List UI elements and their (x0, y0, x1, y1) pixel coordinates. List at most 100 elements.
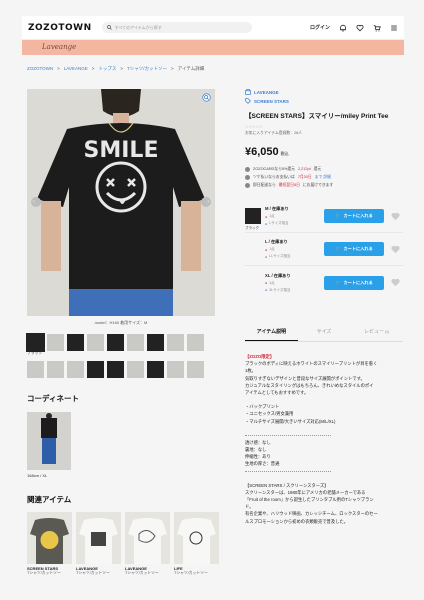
sku-stock-text: 1点 (269, 247, 275, 251)
thumbnail[interactable] (67, 361, 84, 378)
thumbnail[interactable] (187, 334, 204, 351)
rating-stars[interactable]: ☆☆☆☆☆ (245, 124, 403, 129)
sku-row: ブラック M / 在庫あり ● 1点 ● Lサイズ相当 🛒 カートに入れる (245, 200, 403, 233)
favorite-count: お気に入りアイテム登録数：26人 (245, 131, 302, 135)
thumbnail[interactable] (187, 361, 204, 378)
thumbnail[interactable] (167, 361, 184, 378)
sku-color-swatch (245, 275, 261, 291)
tab-review[interactable]: レビュー (0) (350, 322, 403, 341)
related-item[interactable]: LAVEANGE Tシャツ/カットソー (76, 512, 121, 576)
tab-size[interactable]: サイズ (298, 322, 351, 341)
thumbnail[interactable] (147, 334, 164, 351)
search-input[interactable]: すべてのアイテムから探す (101, 22, 252, 33)
prev-image-arrow-icon[interactable]: ‹ (33, 199, 35, 205)
search-placeholder: すべてのアイテムから探す (114, 24, 162, 30)
description-line: 1枚。 (245, 368, 256, 374)
sku-list: ブラック M / 在庫あり ● 1点 ● Lサイズ相当 🛒 カートに入れる L / 在… (245, 200, 403, 299)
breadcrumb-brand[interactable]: LAVEANGE (64, 66, 88, 72)
shop-banner[interactable]: Laveange (22, 40, 404, 55)
favorite-heart-icon[interactable] (390, 244, 400, 254)
main-product-image[interactable]: SMILE ‹ › (27, 89, 215, 316)
thumbnail[interactable] (127, 334, 144, 351)
description-line: ・ユニセックス/男女兼用 (245, 411, 294, 417)
related-item[interactable]: SCREEN STARS Tシャツ/カットソー (27, 512, 72, 576)
thumbnail[interactable] (47, 334, 64, 351)
site-logo[interactable]: ZOZOTOWN (28, 23, 92, 33)
favorite-heart-icon[interactable] (390, 278, 400, 288)
tab-label: レビュー (364, 329, 385, 335)
point-highlight: 7月30日 (297, 174, 312, 179)
description-line: 「Fruit of the room」から誕生したプリンタブル用のTシャツブラン (245, 497, 374, 503)
thumbnail[interactable] (47, 361, 64, 378)
description-line: ド。 (245, 504, 254, 510)
breadcrumb-home[interactable]: ZOZOTOWN (27, 66, 53, 72)
thumbnail[interactable] (67, 334, 84, 351)
description-line: スクリーンスターは、1980年にアメリカの老舗メーカーである (245, 489, 366, 495)
sku-size: XL / 在庫あり (265, 272, 291, 278)
price-tax-label: 税込 (280, 151, 289, 156)
related-item-image (125, 512, 170, 564)
thumbnail[interactable] (167, 334, 184, 351)
sku-info: XL / 在庫あり ● 1点 ● 3Lサイズ相当 (265, 273, 320, 293)
point-row-delivery: 即日配送なら 最短翌日8日 にお届けできます (245, 181, 403, 189)
add-to-cart-button[interactable]: 🛒 カートに入れる (324, 209, 384, 223)
sku-size-note: ● LLサイズ相当 (265, 254, 320, 259)
cart-icon: 🛒 (335, 213, 341, 218)
coordinate-title: コーディネート (27, 394, 79, 403)
sku-size: L / 在庫あり (265, 239, 288, 244)
add-to-cart-button[interactable]: 🛒 カートに入れる (324, 275, 384, 290)
menu-icon[interactable] (390, 24, 398, 32)
sku-color-swatch[interactable]: ブラック (245, 208, 261, 230)
description-line: ルスプロモーションから初めの衣類販売で普及した。 (245, 518, 349, 524)
price-value: ¥6,050 (245, 146, 279, 158)
thumbnail[interactable] (147, 361, 164, 378)
related-item[interactable]: LIFE Tシャツ/カットソー (174, 512, 219, 576)
thumbnail-grid (26, 333, 217, 378)
favorite-heart-icon[interactable] (390, 211, 400, 221)
heart-icon[interactable] (356, 24, 364, 32)
thumbnail[interactable] (27, 361, 44, 378)
breadcrumb-current: アイテム詳細 (177, 66, 205, 71)
point-text: にお届けできます (302, 182, 334, 187)
thumbnail[interactable] (87, 334, 104, 351)
sku-color-swatch (245, 241, 261, 257)
stock-icon: ● (265, 247, 268, 252)
sku-size: M / 在庫あり (265, 206, 289, 211)
description-line: 有名企業や、ハリウッド映画、カレッジチーム、ロックスターのセー (245, 511, 378, 517)
coordinate-image[interactable] (27, 412, 71, 470)
tab-description[interactable]: アイテム説明 (245, 322, 298, 341)
thumbnail[interactable] (107, 334, 124, 351)
cart-icon: 🛒 (335, 246, 341, 251)
description-line: ブラックのボディに映えるホワイトのスマイリープリントが目を惹く (245, 361, 378, 367)
related-items-list: SCREEN STARS Tシャツ/カットソー LAVEANGE Tシャツ/カッ… (27, 512, 219, 576)
sku-stock-text: 1点 (269, 214, 275, 218)
description-line: 伸縮性：あり (245, 454, 271, 460)
login-link[interactable]: ログイン (310, 24, 330, 31)
cart-icon[interactable] (373, 24, 381, 32)
add-to-cart-button[interactable]: 🛒 カートに入れる (324, 242, 384, 256)
thumbnail[interactable] (26, 333, 45, 352)
tab-label: サイズ (316, 329, 332, 335)
bell-icon[interactable] (339, 24, 347, 32)
breadcrumb-category[interactable]: トップス (98, 66, 116, 72)
next-image-arrow-icon[interactable]: › (207, 199, 209, 205)
related-item[interactable]: LAVEANGE Tシャツ/カットソー (125, 512, 170, 576)
sub-brand-link[interactable]: SCREEN STARS (245, 97, 403, 106)
ruler-icon: ● (265, 221, 268, 226)
thumbnail[interactable] (127, 361, 144, 378)
point-text: ツケ払いならお支払いは (253, 174, 295, 179)
related-item-category: Tシャツ/カットソー (174, 571, 208, 575)
card-icon (245, 166, 250, 172)
breadcrumb-subcategory[interactable]: Tシャツ/カットソー (127, 66, 167, 72)
brand-link[interactable]: LAVEANGE (245, 88, 403, 97)
description-line: 【SCREEN STARS / スクリーンスターズ】 (245, 482, 329, 488)
point-link[interactable]: まで 詳細 (315, 175, 331, 180)
sku-size-note-text: Lサイズ相当 (269, 221, 289, 225)
ruler-icon: ● (265, 254, 268, 259)
product-title: 【SCREEN STARS】スマイリー/miley Print Tee (245, 113, 389, 120)
thumbnail[interactable] (87, 361, 104, 378)
zoom-icon[interactable] (202, 93, 211, 103)
sku-size-note: ● Lサイズ相当 (265, 221, 320, 226)
breadcrumb-separator: > (120, 66, 124, 71)
thumbnail[interactable] (107, 361, 124, 378)
